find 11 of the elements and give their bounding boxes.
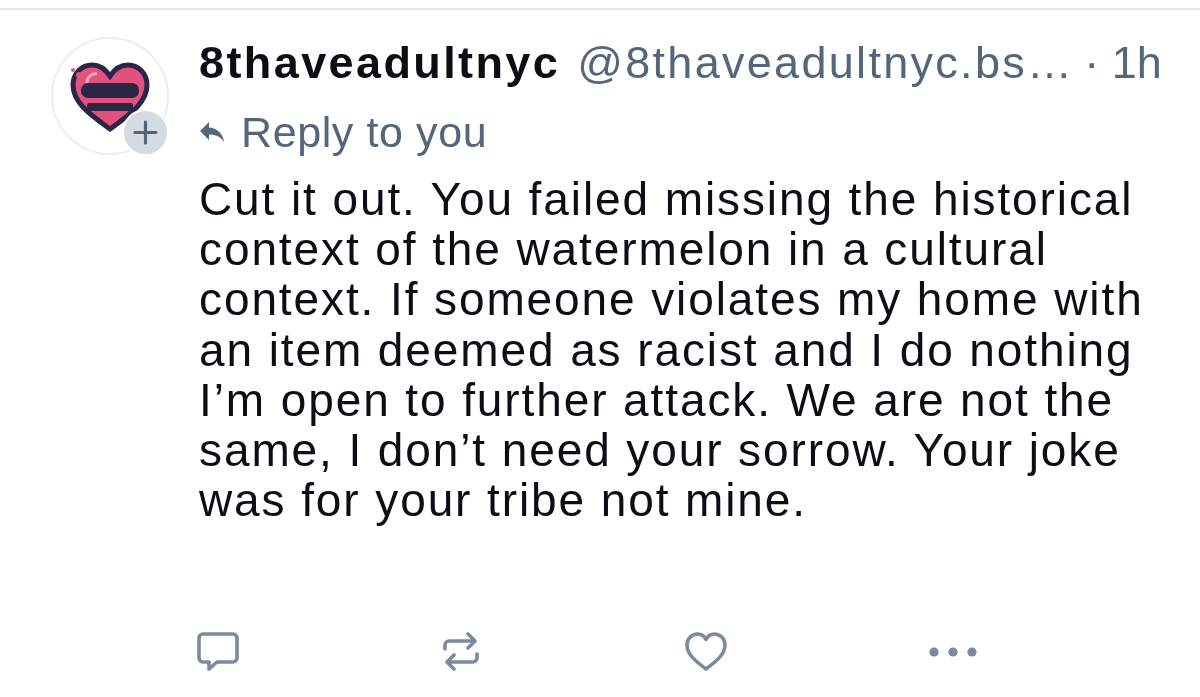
user-handle[interactable]: @8thaveadultnyc.bs… [577, 37, 1075, 89]
reply-context-label[interactable]: Reply to you [241, 107, 488, 157]
post-time[interactable]: · 1h [1084, 37, 1162, 89]
display-name[interactable]: 8thaveadultnyc [199, 37, 561, 89]
follow-plus-icon[interactable] [122, 109, 169, 156]
heart-icon[interactable] [685, 632, 727, 672]
comment-icon[interactable] [197, 632, 239, 672]
reply-arrow-icon [199, 121, 225, 143]
post-text: Cut it out. You failed missing the historical context of the watermelon in a cultural context. If someone violates my home with an item deemed as racist and I do nothing I’m open to further attack. We are not the same, I don’t need your sorrow. Your joke was for your tribe not mine. [199, 174, 1145, 526]
repost-icon[interactable] [441, 632, 481, 672]
more-options-icon[interactable] [929, 646, 977, 657]
